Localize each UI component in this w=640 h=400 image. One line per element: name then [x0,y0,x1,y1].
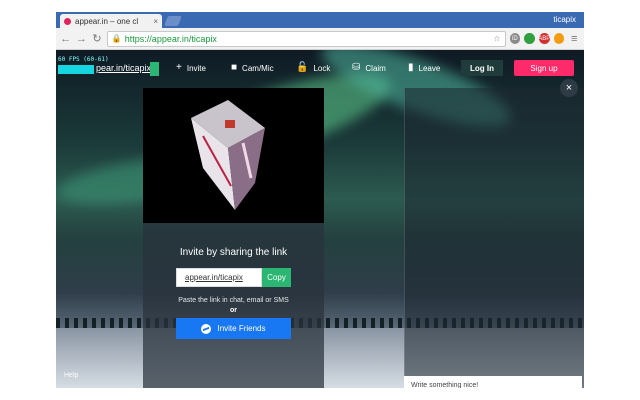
nav-invite-label: Invite [186,63,206,73]
nav-lock[interactable]: 🔓 Lock [296,63,330,73]
nav-leave[interactable]: ▮ Leave [408,63,440,73]
plus-icon: + [176,62,182,73]
profile-name[interactable]: ticapix [553,15,576,24]
door-icon: ▮ [408,62,414,73]
forward-icon[interactable]: → [76,33,88,45]
copy-button[interactable]: Copy [262,268,291,287]
orange-extension-icon[interactable] [553,33,565,44]
bookmark-star-icon[interactable]: ☆ [493,34,500,43]
nav-claim[interactable]: ⛁ Claim [352,63,386,73]
close-chat-icon[interactable]: × [560,79,578,97]
invite-friends-label: Invite Friends [217,324,266,333]
secure-lock-icon: 🔒 [111,34,122,43]
new-tab-button[interactable] [164,16,182,26]
tab-close-icon[interactable]: × [153,17,158,26]
or-separator: or [230,307,237,314]
room-name-link[interactable]: pear.in/ticapix [96,63,151,73]
help-link[interactable]: Help [64,372,78,379]
id-extension-icon[interactable]: iD [509,33,521,44]
chat-input[interactable]: Write something nice! [404,376,582,388]
address-bar[interactable]: 🔒 https://appear.in/ticapix ☆ [106,30,506,47]
omnibox-icons: ☆ [493,34,500,43]
nav-lock-label: Lock [313,63,331,73]
back-icon[interactable]: ← [60,33,72,45]
room-link-field[interactable]: appear.in/ticapix [176,268,262,287]
self-video-tile [143,88,324,223]
browser-toolbar: ← → ↻ 🔒 https://appear.in/ticapix ☆ iD A… [56,28,584,50]
browser-tab[interactable]: appear.in – one cl × [60,14,162,28]
chat-panel [404,88,584,388]
paste-hint: Paste the link in chat, email or SMS [178,297,289,304]
invite-friends-button[interactable]: Invite Friends [176,318,291,339]
chrome-extension-icon[interactable] [524,33,535,44]
room-indicator[interactable] [150,62,159,76]
appear-in-app: 60 FPS (60-61) pear.in/ticapix + Invite … [56,50,584,388]
nav-cam-mic[interactable]: ■ Cam/Mic [231,63,274,73]
tab-title: appear.in – one cl [75,16,139,26]
browser-window: appear.in – one cl × ticapix ← → ↻ 🔒 htt… [56,12,584,388]
rotating-cube-video [191,100,265,210]
nav-invite[interactable]: + Invite [176,63,206,73]
reload-icon[interactable]: ↻ [91,32,103,45]
unlock-icon: 🔓 [296,62,309,73]
room-pill[interactable] [58,65,94,74]
abp-extension-icon[interactable]: ABP [538,33,550,44]
nav-claim-label: Claim [365,63,386,73]
invite-panel: Invite by sharing the link appear.in/tic… [143,223,324,388]
nav-leave-label: Leave [418,63,441,73]
login-button[interactable]: Log In [461,60,503,76]
url-text: https://appear.in/ticapix [124,33,217,44]
signup-button[interactable]: Sign up [514,60,574,76]
messenger-icon [201,323,212,334]
browser-menu-icon[interactable]: ≡ [568,33,580,45]
fps-counter: 60 FPS (60-61) [58,56,109,63]
cube-detail [225,120,235,128]
tab-strip: appear.in – one cl × ticapix [56,12,584,28]
appear-in-favicon-icon [64,17,71,25]
invite-title: Invite by sharing the link [179,247,288,258]
claim-icon: ⛁ [352,62,361,73]
nav-cam-mic-label: Cam/Mic [242,63,274,73]
camera-icon: ■ [231,62,238,73]
